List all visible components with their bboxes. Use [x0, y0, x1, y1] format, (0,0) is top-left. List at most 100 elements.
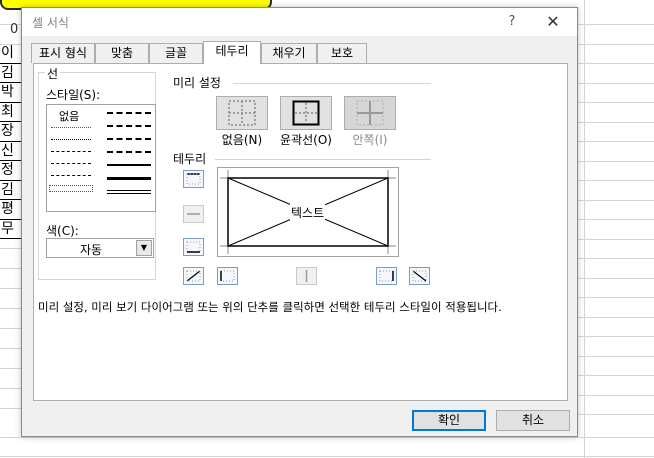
- sheet-cell[interactable]: 최: [0, 103, 22, 122]
- border-top-button[interactable]: [183, 170, 204, 188]
- tab-border[interactable]: 테두리: [203, 41, 261, 64]
- line-style-dashed[interactable]: [51, 175, 91, 176]
- preset-none-label: 없음(N): [221, 133, 263, 147]
- border-middle-horizontal-button[interactable]: [183, 205, 204, 223]
- grid-line: [578, 297, 654, 298]
- border-right-button[interactable]: [376, 267, 397, 285]
- sheet-cell[interactable]: 평: [0, 200, 22, 220]
- grid-line: [0, 388, 22, 389]
- line-style-medium-dashed[interactable]: [107, 151, 151, 153]
- border-left-icon: [220, 270, 235, 282]
- grid-line: [578, 395, 654, 396]
- tab-fill[interactable]: 채우기: [261, 43, 317, 63]
- style-label: 스타일(S):: [46, 88, 101, 102]
- line-style-medium-dash-dot-dot[interactable]: [107, 112, 151, 114]
- grid-line: [578, 356, 654, 357]
- border-bottom-icon: [186, 241, 201, 253]
- color-label: 색(C):: [46, 224, 79, 238]
- sheet-cell[interactable]: 신: [0, 142, 22, 161]
- preset-inside-label: 안쪽(I): [352, 133, 388, 147]
- border-top-icon: [186, 173, 201, 185]
- preset-inside-button[interactable]: [344, 96, 396, 130]
- preset-none-button[interactable]: [216, 96, 268, 130]
- grid-line: [578, 122, 654, 123]
- grid-line: [0, 328, 22, 329]
- grid-line: [578, 83, 654, 84]
- preset-none-icon: [228, 100, 256, 126]
- line-style-medium[interactable]: [107, 164, 151, 166]
- grid-line: [578, 375, 654, 376]
- ok-button[interactable]: 확인: [412, 410, 486, 431]
- format-cells-dialog: 셀 서식 ? ✕ 표시 형식 맞춤 글꼴 테두리 채우기 보호 선 스타일(S)…: [21, 7, 578, 437]
- line-style-dotted[interactable]: [51, 139, 91, 140]
- sheet-cell[interactable]: 장: [0, 122, 22, 142]
- diagonal-up-icon: [186, 270, 201, 282]
- border-inside-vertical-icon: [305, 270, 308, 282]
- border-right-icon: [379, 270, 394, 282]
- grid-line: [0, 437, 654, 438]
- preset-outline-button[interactable]: [280, 96, 332, 130]
- grid-line: [578, 63, 654, 64]
- grid-line: [0, 248, 22, 249]
- color-dropdown[interactable]: 자동 ▼: [46, 238, 154, 258]
- chevron-down-icon: ▼: [136, 240, 152, 256]
- line-style-thick[interactable]: [107, 177, 151, 180]
- border-diagonal-down-button[interactable]: [409, 267, 430, 285]
- grid-line: [0, 308, 22, 309]
- line-style-dash-dot[interactable]: [51, 163, 91, 164]
- grid-line: [578, 317, 654, 318]
- grid-line: [0, 456, 654, 457]
- border-left-button[interactable]: [217, 267, 238, 285]
- tab-protection[interactable]: 보호: [317, 43, 367, 63]
- sheet-cell[interactable]: 무: [0, 220, 22, 239]
- border-bottom-button[interactable]: [183, 238, 204, 256]
- sheet-cell[interactable]: 김: [0, 181, 22, 200]
- line-style-slant-dash-dot[interactable]: [107, 125, 151, 127]
- sheet-cell[interactable]: 이: [0, 44, 22, 64]
- grid-line: [578, 278, 654, 279]
- line-style-dash-dot-dot[interactable]: [51, 151, 91, 152]
- diagonal-down-icon: [412, 270, 427, 282]
- line-style-list[interactable]: 없음: [46, 104, 156, 212]
- instruction-text: 미리 설정, 미리 보기 다이어그램 또는 위의 단추를 클릭하면 선택한 테두…: [38, 300, 502, 314]
- preview-text: 텍스트: [290, 204, 326, 221]
- border-inside-horizontal-icon: [187, 213, 200, 215]
- grid-line: [578, 180, 654, 181]
- grid-line: [0, 408, 22, 409]
- cell-value: 0: [10, 22, 19, 37]
- line-style-hair[interactable]: [51, 127, 91, 128]
- border-tab-panel: 선 스타일(S): 없음 색(C): 자동 ▼ 미리 설정 없음(N) 윤곽선(…: [33, 63, 568, 401]
- border-preview[interactable]: 텍스트: [217, 167, 399, 257]
- line-group-title: 선: [45, 65, 61, 82]
- tab-number-format[interactable]: 표시 형식: [31, 43, 95, 63]
- preset-inside-icon: [356, 100, 384, 126]
- line-style-selected-thin[interactable]: [49, 185, 93, 192]
- line-style-double[interactable]: [107, 190, 151, 194]
- border-middle-vertical-button[interactable]: [296, 267, 317, 285]
- color-value: 자동: [79, 243, 103, 257]
- grid-line: [584, 0, 585, 458]
- grid-line: [578, 239, 654, 240]
- tab-alignment[interactable]: 맞춤: [95, 43, 149, 63]
- grid-line: [0, 368, 22, 369]
- grid-line: [578, 336, 654, 337]
- grid-line: [578, 414, 654, 415]
- sheet-cell[interactable]: 박: [0, 83, 22, 103]
- line-style-none[interactable]: 없음: [59, 108, 79, 124]
- dialog-title: 셀 서식: [32, 16, 69, 30]
- tab-font[interactable]: 글꼴: [149, 43, 203, 63]
- border-diagonal-up-button[interactable]: [183, 267, 204, 285]
- line-style-medium-dash-dot[interactable]: [107, 138, 151, 140]
- sheet-cell[interactable]: 정: [0, 161, 22, 181]
- sheet-cell[interactable]: 김: [0, 64, 22, 83]
- cancel-button[interactable]: 취소: [496, 410, 570, 431]
- grid-line: [578, 102, 654, 103]
- preset-outline-label: 윤곽선(O): [280, 133, 332, 147]
- preset-outline-icon: [292, 100, 320, 126]
- close-button[interactable]: ✕: [538, 11, 568, 33]
- grid-line: [578, 24, 654, 25]
- help-button[interactable]: ?: [502, 12, 522, 32]
- presets-title: 미리 설정: [173, 76, 221, 90]
- grid-line: [0, 348, 22, 349]
- grid-line: [578, 161, 654, 162]
